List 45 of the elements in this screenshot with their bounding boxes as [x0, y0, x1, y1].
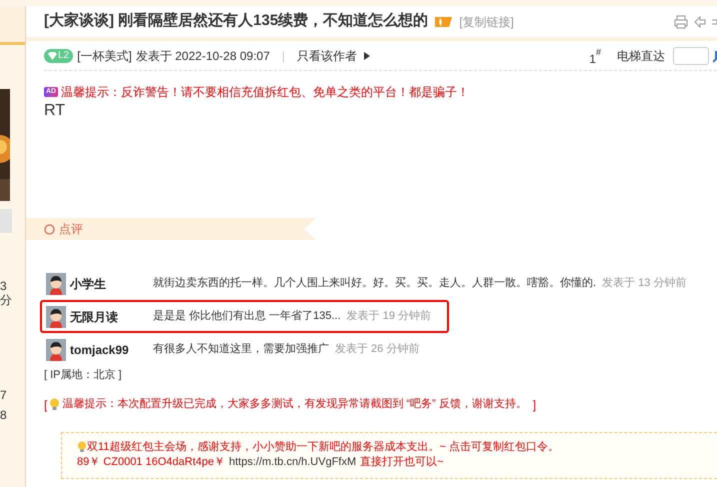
previous-arrow-icon[interactable] — [694, 16, 706, 28]
comment-text: 就街边卖东西的托一样。几个人围上来叫好。好。买。买。走人。人群一散。嗐豁。你懂的. — [153, 276, 596, 292]
comment-text: 有很多人不知道这里，需要加强推广 — [153, 342, 329, 358]
promo-text[interactable]: 双11超级红包主会场，感谢支持，小小赞助一下新吧的服务器成本支出。~ 点击可复制红包口令。 — [87, 440, 559, 454]
comment-text: 是是是 你比他们有出息 一年省了135... — [153, 309, 341, 324]
side-text: 7 — [0, 388, 8, 402]
fraud-notice: 温馨提示：反诈警告！请不要相信充值拆红包、免单之类的平台！都是骗子！ — [61, 84, 470, 101]
circle-icon — [44, 224, 55, 234]
go-icon[interactable] — [713, 48, 717, 62]
promo-hint: 直接打开也可以~ — [360, 454, 444, 470]
side-text: 8 — [0, 408, 8, 422]
lightbulb-icon — [49, 398, 60, 411]
side-text: 分 — [0, 293, 13, 307]
comment-user[interactable]: tomjack99 — [70, 340, 153, 358]
floor-input[interactable] — [673, 46, 709, 64]
level-badge: L2 — [44, 48, 74, 62]
floor-number: 1$^{#}$ — [589, 46, 601, 64]
avatar-icon — [46, 338, 66, 360]
comment-time: 发表于 26 分钟前 — [335, 342, 420, 358]
separator: | — [282, 48, 286, 64]
triangle-right-icon[interactable] — [364, 52, 370, 60]
side-text: 3 — [0, 279, 8, 293]
bracket: [ — [44, 396, 48, 414]
comment-user[interactable]: 小学生 — [70, 274, 153, 292]
bracket: ] — [532, 396, 536, 414]
system-notice: 温馨提示：本次配置升级已完成，大家多多测试，有发现异常请截图到 “吧务” 反馈，谢谢支持。 — [62, 396, 527, 412]
thread-title: [大家谈谈] 刚看隔壁居然还有人135续费，不知道怎么想的 — [44, 11, 428, 32]
lightbulb-icon — [77, 441, 87, 453]
jump-label: 电梯直达 — [617, 48, 665, 64]
sidebar-tab[interactable] — [0, 6, 25, 45]
only-author-link[interactable]: 只看该作者 — [297, 46, 358, 64]
comment-user[interactable]: 无限月读 — [70, 308, 153, 326]
avatar-icon — [46, 306, 66, 328]
print-icon[interactable] — [674, 14, 688, 28]
avatar-icon — [46, 272, 66, 294]
fire-icon — [434, 15, 454, 28]
author-name[interactable]: [一杯美式] — [77, 46, 132, 64]
comments-header: 点评 — [59, 221, 83, 238]
comment-time: 发表于 13 分钟前 — [602, 276, 686, 292]
ip-location: [ IP属地：北京 ] — [44, 368, 123, 383]
post-time: 发表于 2022-10-28 09:07 — [136, 48, 270, 64]
post-body: RT — [43, 101, 66, 121]
comment-time: 发表于 19 分钟前 — [346, 309, 431, 324]
promo-code[interactable]: 89￥ CZ0001 16O4daRt4pe￥ — [77, 454, 225, 470]
promo-url[interactable]: https://m.tb.cn/h.UVgFfxM — [228, 454, 356, 470]
